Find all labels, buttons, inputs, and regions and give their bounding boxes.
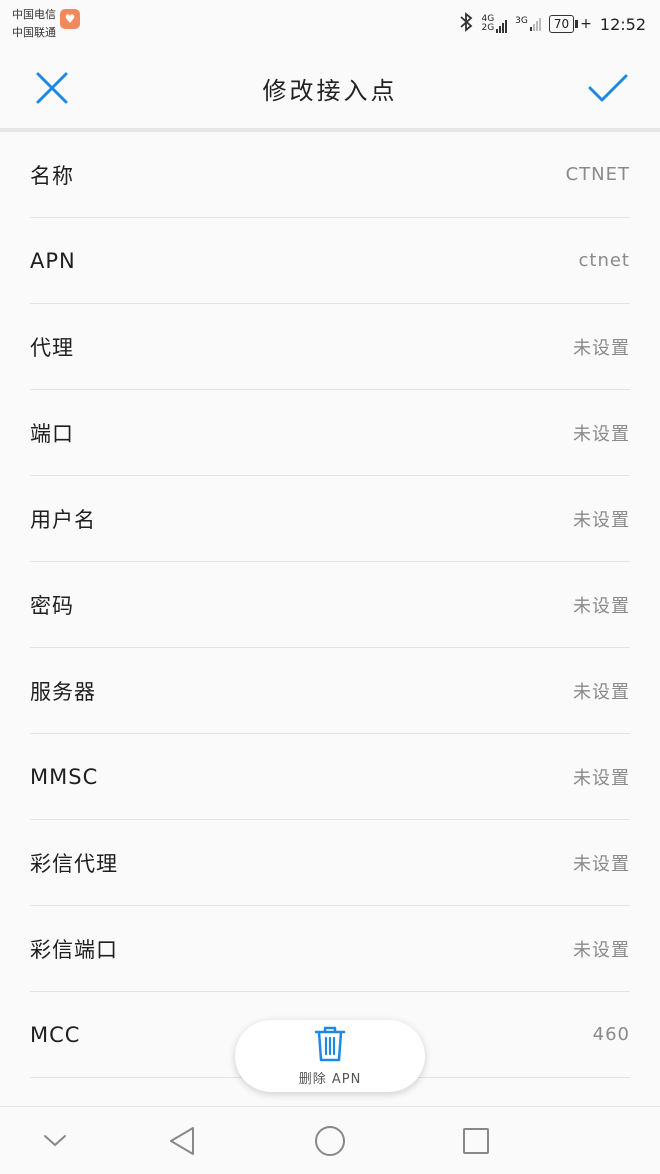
field-label: 服务器 <box>30 679 96 704</box>
field-label: 用户名 <box>30 507 96 532</box>
delete-apn-label: 删除 APN <box>298 1071 362 1087</box>
field-label: APN <box>30 248 76 273</box>
field-value: 未设置 <box>573 423 630 445</box>
trash-icon <box>314 1026 346 1061</box>
carrier-1: 中国电信 <box>12 8 56 21</box>
carrier-info: 中国电信 中国联通 ♥ <box>0 6 80 42</box>
field-username[interactable]: 用户名 未设置 <box>30 476 630 562</box>
field-server[interactable]: 服务器 未设置 <box>30 648 630 734</box>
field-name[interactable]: 名称 CTNET <box>30 132 630 218</box>
save-button[interactable] <box>586 66 630 110</box>
sim2-signal-bars-icon <box>529 17 541 31</box>
checkmark-icon <box>588 74 628 102</box>
field-value: 未设置 <box>573 681 630 703</box>
status-bar: 中国电信 中国联通 ♥ 4G 2G 3G 70 + 12:52 <box>0 0 660 48</box>
recents-square-icon <box>463 1128 489 1154</box>
field-value: ctnet <box>578 250 630 271</box>
field-proxy[interactable]: 代理 未设置 <box>30 304 630 390</box>
field-value: CTNET <box>565 164 630 185</box>
system-nav-bar <box>0 1106 660 1174</box>
field-value: 未设置 <box>573 595 630 617</box>
close-icon <box>36 72 68 104</box>
field-label: MMSC <box>30 764 99 789</box>
sim2-signal: 3G <box>515 17 541 31</box>
sim1-signal: 4G 2G <box>481 15 508 33</box>
field-mms-port[interactable]: 彩信端口 未设置 <box>30 906 630 992</box>
chevron-down-icon <box>44 1135 66 1147</box>
apn-settings-list: 名称 CTNET APN ctnet 代理 未设置 端口 未设置 用户名 未设置… <box>0 132 660 1078</box>
battery-icon: 70 + <box>548 15 592 33</box>
toolbar: 修改接入点 <box>0 48 660 128</box>
back-button[interactable] <box>162 1121 202 1161</box>
health-app-icon: ♥ <box>60 9 80 29</box>
status-indicators: 4G 2G 3G 70 + 12:52 <box>459 12 660 36</box>
field-label: 名称 <box>30 163 74 188</box>
bluetooth-icon <box>459 12 473 36</box>
page-title: 修改接入点 <box>262 76 398 105</box>
charging-icon: + <box>580 16 592 32</box>
field-label: 彩信代理 <box>30 851 118 876</box>
field-label: 密码 <box>30 593 74 618</box>
field-value: 未设置 <box>573 939 630 961</box>
field-mmsc[interactable]: MMSC 未设置 <box>30 734 630 820</box>
field-value: 未设置 <box>573 337 630 359</box>
field-password[interactable]: 密码 未设置 <box>30 562 630 648</box>
field-label: 代理 <box>30 335 74 360</box>
sim1-signal-bars-icon <box>496 19 508 33</box>
home-button[interactable] <box>310 1121 350 1161</box>
field-value: 460 <box>592 1024 630 1045</box>
delete-apn-button[interactable]: 删除 APN <box>235 1020 425 1092</box>
field-apn[interactable]: APN ctnet <box>30 218 630 304</box>
clock: 12:52 <box>599 14 646 34</box>
network-type-bottom: 2G <box>481 23 495 33</box>
field-port[interactable]: 端口 未设置 <box>30 390 630 476</box>
field-mms-proxy[interactable]: 彩信代理 未设置 <box>30 820 630 906</box>
battery-level: 70 <box>548 15 575 33</box>
network-type-3g: 3G <box>515 16 528 26</box>
field-label: 端口 <box>30 421 74 446</box>
back-triangle-icon <box>170 1127 194 1155</box>
field-value: 未设置 <box>573 767 630 789</box>
field-label: MCC <box>30 1022 81 1047</box>
hide-nav-button[interactable] <box>35 1121 75 1161</box>
home-circle-icon <box>315 1126 345 1156</box>
field-label: 彩信端口 <box>30 937 118 962</box>
carrier-2: 中国联通 <box>12 26 56 39</box>
recents-button[interactable] <box>456 1121 496 1161</box>
cancel-button[interactable] <box>30 66 74 110</box>
field-value: 未设置 <box>573 853 630 875</box>
field-value: 未设置 <box>573 509 630 531</box>
